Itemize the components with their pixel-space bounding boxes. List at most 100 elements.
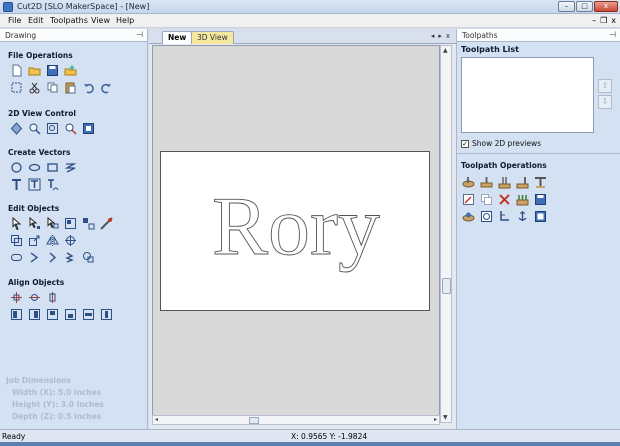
save-button[interactable] <box>45 63 60 78</box>
pin-icon[interactable]: ⊣ <box>136 30 143 39</box>
align-vertical-button[interactable] <box>45 290 60 305</box>
menu-file[interactable]: File <box>8 16 21 25</box>
preview-toolpath-button[interactable] <box>461 209 476 224</box>
menu-help[interactable]: Help <box>116 16 134 25</box>
zoom-box-button[interactable] <box>45 121 60 136</box>
join-button[interactable] <box>63 250 78 265</box>
fit-selection-button[interactable] <box>9 80 24 95</box>
text-box-button[interactable] <box>27 177 42 192</box>
tool-database-button[interactable] <box>497 209 512 224</box>
inlay-toolpath-button[interactable] <box>515 175 530 190</box>
vcarve-toolpath-button[interactable] <box>533 175 548 190</box>
group-button[interactable] <box>63 216 78 231</box>
menu-view[interactable]: View <box>91 16 110 25</box>
menu-toolpaths[interactable]: Toolpaths <box>50 16 88 25</box>
rectangle-button[interactable] <box>45 160 60 175</box>
zoom-in-button[interactable] <box>63 121 78 136</box>
offset-button[interactable] <box>9 233 24 248</box>
mdi-restore-button[interactable]: ❐ <box>600 16 607 25</box>
node-edit-button[interactable] <box>27 216 42 231</box>
pocket-toolpath-icon <box>480 177 493 188</box>
vector-text[interactable]: Rory <box>212 180 381 274</box>
cut-button[interactable] <box>27 80 42 95</box>
tab-close-icon[interactable]: x <box>446 32 450 40</box>
align-left-button[interactable] <box>9 307 24 322</box>
tab-new[interactable]: New <box>162 31 193 44</box>
ellipse-button[interactable] <box>27 160 42 175</box>
horizontal-scroll-thumb[interactable] <box>249 417 259 424</box>
align-mid-horizontal-button[interactable] <box>81 307 96 322</box>
close-button[interactable]: x <box>594 1 618 12</box>
view-fit-button[interactable] <box>81 121 96 136</box>
view-all-button[interactable] <box>9 121 24 136</box>
measure-button[interactable] <box>99 216 114 231</box>
redo-button[interactable] <box>99 80 114 95</box>
ungroup-button[interactable] <box>81 216 96 231</box>
2d-viewport[interactable]: Rory <box>152 45 440 423</box>
tab-next-icon[interactable]: ▸ <box>438 32 442 40</box>
delete-toolpath-button[interactable] <box>497 192 512 207</box>
align-icon <box>65 235 76 246</box>
pin-icon[interactable]: ⊣ <box>609 30 616 39</box>
text-arc-icon <box>48 179 59 191</box>
vertical-scrollbar[interactable]: ▲ ▼ <box>440 45 452 423</box>
align-horizontal-button[interactable] <box>27 290 42 305</box>
tabs-button[interactable] <box>515 192 530 207</box>
align-bottom-button[interactable] <box>63 307 78 322</box>
fillet-button[interactable] <box>9 250 24 265</box>
tab-prev-icon[interactable]: ◂ <box>431 32 435 40</box>
menu-edit[interactable]: Edit <box>28 16 44 25</box>
vertical-scroll-thumb[interactable] <box>442 278 451 294</box>
extend-button[interactable] <box>45 250 60 265</box>
mdi-close-button[interactable]: x <box>611 16 616 25</box>
anchor-button[interactable] <box>515 209 530 224</box>
profile-toolpath-button[interactable] <box>461 175 476 190</box>
undo-button[interactable] <box>81 80 96 95</box>
scroll-up-icon[interactable]: ▲ <box>443 47 448 54</box>
select-button[interactable] <box>9 216 24 231</box>
weld-button[interactable] <box>81 250 96 265</box>
move-down-button[interactable]: ⇩ <box>598 95 612 109</box>
scroll-down-icon[interactable]: ▼ <box>443 414 448 421</box>
circle-button[interactable] <box>9 160 24 175</box>
toolpath-list[interactable] <box>461 57 594 133</box>
horizontal-scrollbar[interactable]: ◂ ▸ <box>152 415 440 425</box>
save-toolpath-button[interactable] <box>533 192 548 207</box>
delete-toolpath-icon <box>499 194 510 205</box>
job-canvas[interactable]: Rory <box>160 151 430 311</box>
copy-button[interactable] <box>45 80 60 95</box>
text-button[interactable] <box>9 177 24 192</box>
transform-button[interactable] <box>45 216 60 231</box>
move-up-button[interactable]: ⇧ <box>598 79 612 93</box>
scroll-left-icon[interactable]: ◂ <box>155 416 158 423</box>
pocket-toolpath-button[interactable] <box>479 175 494 190</box>
text-arc-button[interactable] <box>45 177 60 192</box>
minimize-button[interactable]: – <box>558 1 575 12</box>
align-button[interactable] <box>63 233 78 248</box>
edit-toolpath-button[interactable] <box>461 192 476 207</box>
maximize-button[interactable]: □ <box>576 1 593 12</box>
copy-toolpath-button[interactable] <box>479 192 494 207</box>
align-right-button[interactable] <box>27 307 42 322</box>
align-center-button[interactable] <box>9 290 24 305</box>
align-top-button[interactable] <box>45 307 60 322</box>
mirror-button[interactable] <box>45 233 60 248</box>
show-previews-toggle[interactable]: ✓ Show 2D previews <box>461 139 541 148</box>
mdi-minimize-button[interactable]: – <box>592 16 596 25</box>
align-center-icon <box>11 292 22 303</box>
summary-button[interactable] <box>533 209 548 224</box>
tab-3d-view[interactable]: 3D View <box>191 31 234 44</box>
zoom-button[interactable] <box>27 121 42 136</box>
new-file-button[interactable] <box>9 63 24 78</box>
open-folder-button[interactable] <box>27 63 42 78</box>
scale-button[interactable] <box>27 233 42 248</box>
trim-button[interactable] <box>27 250 42 265</box>
polyline-button[interactable] <box>63 160 78 175</box>
show-previews-checkbox[interactable]: ✓ <box>461 139 469 148</box>
drill-toolpath-button[interactable] <box>497 175 512 190</box>
import-button[interactable] <box>63 63 78 78</box>
paste-button[interactable] <box>63 80 78 95</box>
align-mid-vertical-button[interactable] <box>99 307 114 322</box>
scroll-right-icon[interactable]: ▸ <box>434 416 437 423</box>
simulate-button[interactable] <box>479 209 494 224</box>
